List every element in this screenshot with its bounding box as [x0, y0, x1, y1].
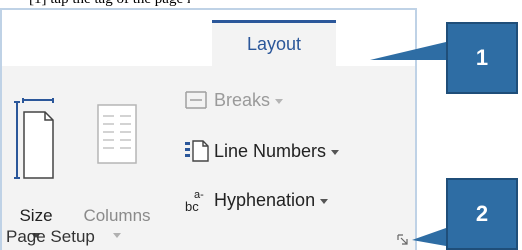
hyphenation-button[interactable]: a- bc Hyphenation	[184, 184, 329, 216]
word-ribbon-window: Layout Size Columns Breaks Line Numbers …	[0, 8, 417, 250]
line-numbers-label: Line Numbers	[214, 140, 327, 161]
chevron-down-icon	[275, 98, 284, 104]
tab-layout-label: Layout	[246, 34, 302, 54]
line-numbers-icon	[184, 139, 214, 163]
columns-button[interactable]: Columns	[72, 86, 162, 238]
callout-badge-1: 1	[446, 22, 518, 94]
group-label-page-setup: Page Setup	[6, 227, 95, 246]
breaks-icon	[184, 89, 214, 111]
columns-icon	[97, 104, 137, 164]
tab-layout[interactable]: Layout	[212, 20, 336, 66]
chevron-down-icon	[320, 198, 329, 204]
callout-2-number: 2	[475, 201, 489, 226]
line-numbers-button[interactable]: Line Numbers	[184, 135, 340, 167]
dialog-launcher-icon[interactable]	[397, 234, 409, 246]
chevron-down-icon	[331, 149, 340, 155]
chevron-down-icon	[113, 233, 121, 238]
size-button[interactable]: Size	[8, 86, 64, 238]
tab-strip	[2, 10, 415, 58]
callout-badge-2: 2	[446, 178, 518, 250]
callout-2-pointer	[412, 228, 446, 246]
ribbon-panel: Size Columns Breaks Line Numbers a- bc H…	[2, 66, 415, 250]
page-size-icon	[14, 98, 54, 179]
caption-fragment: • [1] tap the tag of the page layout […]	[20, 0, 190, 8]
breaks-label: Breaks	[214, 89, 271, 110]
callout-1-number: 1	[475, 45, 489, 70]
screenshot-stage: • [1] tap the tag of the page layout […]…	[0, 0, 522, 250]
size-label: Size	[19, 206, 53, 225]
hyphenation-label: Hyphenation	[214, 189, 316, 210]
cropped-caption-text: • [1] tap the tag of the page layout […]	[20, 0, 190, 8]
columns-label: Columns	[83, 206, 151, 225]
hyphenation-icon-bottom: bc	[185, 199, 199, 213]
hyphenation-icon: a- bc	[184, 187, 214, 213]
breaks-button[interactable]: Breaks	[184, 84, 284, 116]
